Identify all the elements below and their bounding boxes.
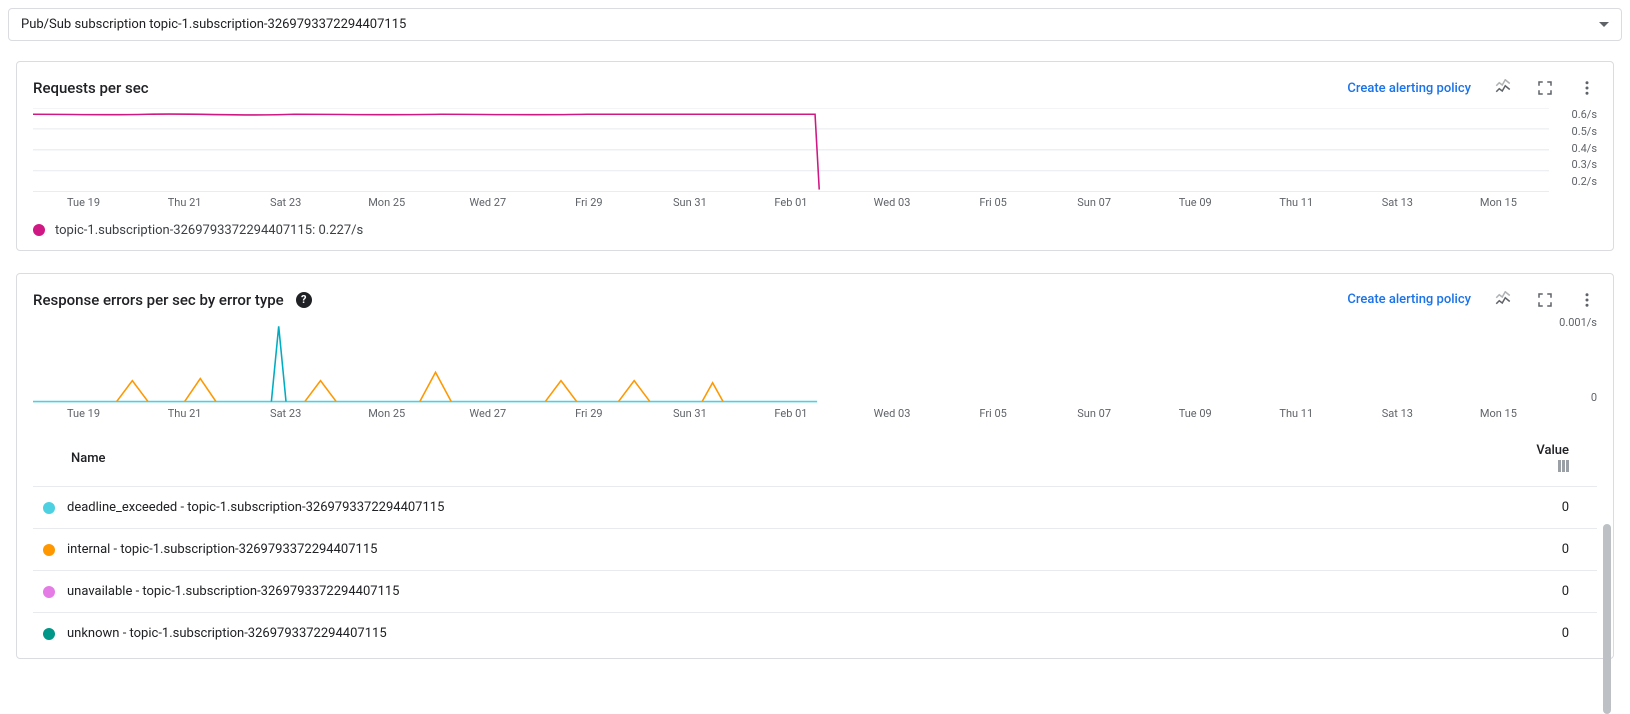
xtick: Wed 27: [437, 407, 538, 420]
legend-table: Name Value deadline_exceeded - topic-1.s…: [33, 430, 1597, 654]
chart-title: Response errors per sec by error type ?: [33, 291, 312, 309]
series-name: unavailable - topic-1.subscription-32697…: [67, 584, 400, 599]
chart-xaxis: Tue 19 Thu 21 Sat 23 Mon 25 Wed 27 Fri 2…: [33, 192, 1549, 209]
more-options-icon[interactable]: [1577, 290, 1597, 310]
create-alerting-policy-link[interactable]: Create alerting policy: [1347, 81, 1471, 96]
chevron-down-icon: [1599, 22, 1609, 27]
chart-header: Response errors per sec by error type ? …: [33, 290, 1597, 310]
xtick: Tue 09: [1145, 196, 1246, 209]
xtick: Wed 03: [842, 196, 943, 209]
more-options-icon[interactable]: [1577, 78, 1597, 98]
resource-dropdown[interactable]: Pub/Sub subscription topic-1.subscriptio…: [8, 8, 1622, 41]
legend-toggle-icon[interactable]: [1493, 290, 1513, 310]
ytick: 0.6/s: [1555, 108, 1597, 121]
chart-plot-area: Tue 19 Thu 21 Sat 23 Mon 25 Wed 27 Fri 2…: [33, 108, 1597, 209]
fullscreen-icon[interactable]: [1535, 290, 1555, 310]
chart-yaxis: 0.6/s 0.5/s 0.4/s 0.3/s 0.2/s: [1549, 108, 1597, 188]
xtick: Tue 19: [33, 407, 134, 420]
ytick: 0.4/s: [1555, 142, 1597, 155]
series-name: internal - topic-1.subscription-32697933…: [67, 542, 377, 557]
chart-actions: Create alerting policy: [1347, 290, 1597, 310]
xtick: Thu 11: [1246, 407, 1347, 420]
series-name: unknown - topic-1.subscription-326979337…: [67, 626, 387, 641]
chart-legend: topic-1.subscription-3269793372294407115…: [33, 223, 1597, 238]
xtick: Sun 07: [1044, 196, 1145, 209]
xtick: Mon 25: [336, 196, 437, 209]
xtick: Sat 13: [1347, 407, 1448, 420]
xtick: Sat 23: [235, 407, 336, 420]
legend-dot: [43, 502, 55, 514]
ytick: 0.2/s: [1555, 175, 1597, 188]
xtick: Sun 31: [639, 196, 740, 209]
ytick: 0.5/s: [1555, 125, 1597, 138]
xtick: Tue 09: [1145, 407, 1246, 420]
table-row[interactable]: deadline_exceeded - topic-1.subscription…: [33, 487, 1597, 529]
xtick: Mon 15: [1448, 196, 1549, 209]
legend-toggle-icon[interactable]: [1493, 78, 1513, 98]
chart-actions: Create alerting policy: [1347, 78, 1597, 98]
series-value: 0: [1517, 487, 1597, 529]
series-value: 0: [1517, 613, 1597, 655]
legend-dot: [43, 544, 55, 556]
xtick: Mon 25: [336, 407, 437, 420]
xtick: Sun 07: [1044, 407, 1145, 420]
scrollbar-thumb[interactable]: [1603, 524, 1611, 714]
series-value: 0: [1517, 529, 1597, 571]
chart-xaxis: Tue 19 Thu 21 Sat 23 Mon 25 Wed 27 Fri 2…: [33, 403, 1549, 420]
chart-title: Requests per sec: [33, 79, 149, 97]
xtick: Thu 21: [134, 407, 235, 420]
xtick: Wed 27: [437, 196, 538, 209]
xtick: Sun 31: [639, 407, 740, 420]
xtick: Feb 01: [740, 407, 841, 420]
chart-plot-area: Tue 19 Thu 21 Sat 23 Mon 25 Wed 27 Fri 2…: [33, 320, 1597, 421]
ytick: 0.001/s: [1559, 316, 1597, 329]
chart-header: Requests per sec Create alerting policy: [33, 78, 1597, 98]
xtick: Fri 29: [538, 196, 639, 209]
xtick: Sat 23: [235, 196, 336, 209]
xtick: Fri 05: [943, 196, 1044, 209]
table-row[interactable]: unknown - topic-1.subscription-326979337…: [33, 613, 1597, 655]
legend-dot: [33, 224, 45, 236]
errors-chart-svg: [33, 320, 1549, 404]
xtick: Thu 11: [1246, 196, 1347, 209]
xtick: Fri 05: [943, 407, 1044, 420]
xtick: Wed 03: [842, 407, 943, 420]
resource-dropdown-label: Pub/Sub subscription topic-1.subscriptio…: [21, 17, 406, 32]
series-name: deadline_exceeded - topic-1.subscription…: [67, 500, 444, 515]
table-header-value[interactable]: Value: [1517, 430, 1597, 487]
create-alerting-policy-link[interactable]: Create alerting policy: [1347, 292, 1471, 307]
column-selector-icon[interactable]: [1558, 460, 1569, 472]
requests-chart-svg: [33, 108, 1549, 192]
ytick: 0.3/s: [1555, 158, 1597, 171]
legend-label: topic-1.subscription-3269793372294407115…: [55, 223, 363, 238]
chart-card-requests: Requests per sec Create alerting policy: [16, 61, 1614, 251]
series-value: 0: [1517, 571, 1597, 613]
legend-dot: [43, 628, 55, 640]
chart-yaxis: 0.001/s 0: [1549, 320, 1597, 400]
xtick: Sat 13: [1347, 196, 1448, 209]
fullscreen-icon[interactable]: [1535, 78, 1555, 98]
table-header-row: Name Value: [33, 430, 1597, 487]
xtick: Mon 15: [1448, 407, 1549, 420]
legend-dot: [43, 586, 55, 598]
chart-card-errors: Response errors per sec by error type ? …: [16, 273, 1614, 660]
xtick: Feb 01: [740, 196, 841, 209]
table-row[interactable]: internal - topic-1.subscription-32697933…: [33, 529, 1597, 571]
xtick: Fri 29: [538, 407, 639, 420]
help-icon[interactable]: ?: [296, 292, 312, 308]
table-header-name[interactable]: Name: [33, 430, 1517, 487]
ytick: 0: [1591, 391, 1597, 404]
table-row[interactable]: unavailable - topic-1.subscription-32697…: [33, 571, 1597, 613]
xtick: Tue 19: [33, 196, 134, 209]
xtick: Thu 21: [134, 196, 235, 209]
